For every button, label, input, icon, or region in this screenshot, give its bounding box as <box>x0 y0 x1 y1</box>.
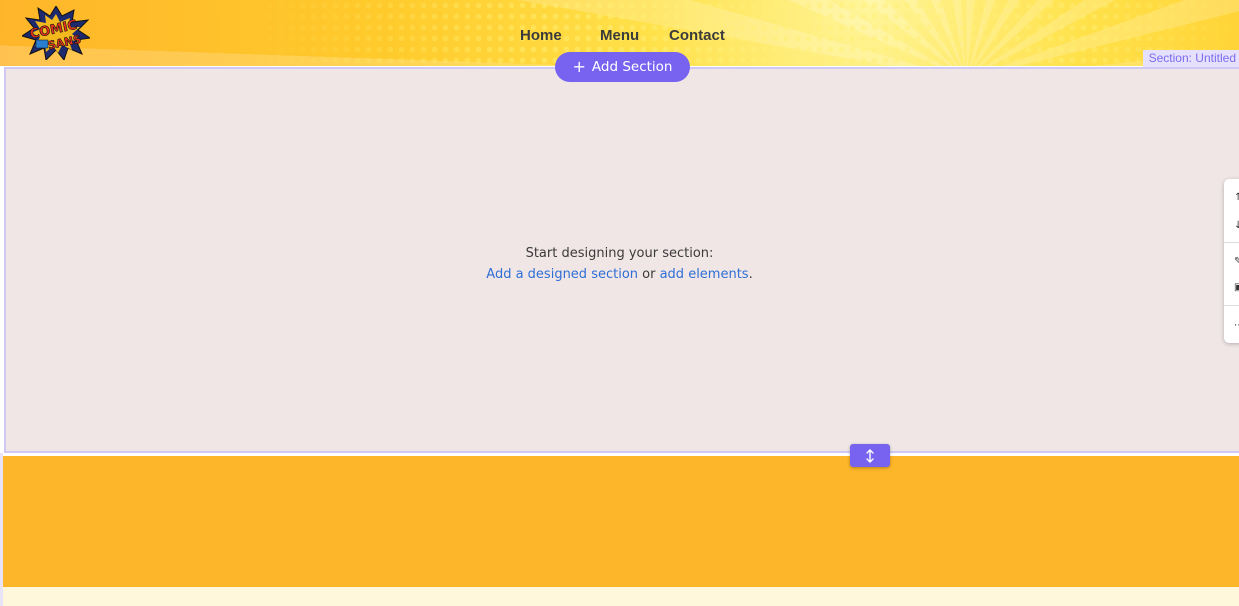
empty-section-heading: Start designing your section: <box>525 246 714 261</box>
panel-divider <box>1224 242 1239 243</box>
vertical-resize-icon <box>866 448 874 463</box>
nav-menu[interactable]: Menu <box>600 27 639 44</box>
section-actions-panel[interactable]: ↑ ↓ ✎ ▣ ⋯ <box>1224 179 1239 343</box>
empty-section-actions: Add a designed section or add elements. <box>0 264 1239 285</box>
edit-icon[interactable]: ✎ <box>1234 257 1239 267</box>
comic-sans-logo[interactable]: COMIC SANS <box>22 6 90 60</box>
footer-section[interactable] <box>3 456 1239 587</box>
more-icon[interactable]: ⋯ <box>1234 321 1239 331</box>
nav-contact[interactable]: Contact <box>669 27 725 44</box>
move-up-icon[interactable]: ↑ <box>1234 193 1239 203</box>
period-text: . <box>748 267 753 282</box>
page-bottom-strip <box>3 587 1239 606</box>
empty-section-prompt: Start designing your section: Add a desi… <box>0 243 1239 285</box>
plus-icon: + <box>572 57 586 76</box>
add-elements-link[interactable]: add elements <box>660 267 749 282</box>
add-section-button[interactable]: + Add Section <box>555 52 690 82</box>
nav-home[interactable]: Home <box>520 27 562 44</box>
or-text: or <box>638 267 660 282</box>
section-name-tag[interactable]: Section: Untitled <box>1142 50 1239 67</box>
add-section-label: Add Section <box>591 59 673 75</box>
panel-divider <box>1224 305 1239 306</box>
section-resize-handle[interactable] <box>850 444 890 467</box>
add-designed-section-link[interactable]: Add a designed section <box>486 267 638 282</box>
move-down-icon[interactable]: ↓ <box>1234 221 1239 231</box>
layout-icon[interactable]: ▣ <box>1234 283 1239 293</box>
